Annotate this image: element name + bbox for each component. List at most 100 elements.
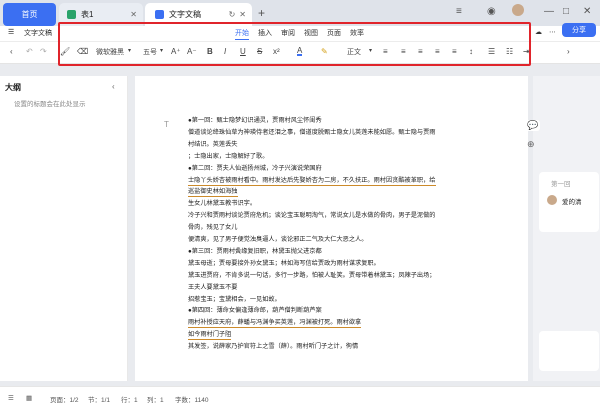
text-line[interactable]: ●第三回：贾雨村夤缘复旧职，林黛玉抛父进京都 (188, 248, 322, 256)
share-label: 分享 (572, 27, 586, 34)
minimize-icon[interactable]: — (544, 6, 554, 17)
text-line[interactable]: 冷子兴和贾雨村谈论贾府危机；谈论宝玉聪明淘气，常说女儿是水做的骨肉，男子是泥做的 (188, 212, 436, 220)
chevron-left-icon[interactable]: ‹ (10, 47, 13, 56)
col-position: 列：1 (147, 397, 164, 404)
text-line[interactable]: 招惹宝玉；宝黛相会，一见如故。 (188, 296, 281, 304)
format-toolbar: ‹ ↶ ↷ 🖌 ⌫ 微软雅黑 ▾ 五号 ▾ A⁺ A⁻ B I U S x² A… (0, 42, 600, 64)
new-tab-button[interactable]: + (258, 6, 265, 20)
tab-home-label: 首页 (21, 10, 38, 19)
tab-document-label: 文字文稿 (169, 10, 201, 19)
close-window-icon[interactable]: ✕ (583, 6, 591, 17)
italic-button[interactable]: I (224, 47, 226, 56)
tab-insert[interactable]: 插入 (258, 28, 272, 38)
redo-icon[interactable]: ↷ (40, 47, 47, 56)
tab-start[interactable]: 开始 (235, 28, 249, 40)
text-line[interactable]: 其发签，说薛家乃护官符上之雪（薛）。雨村听门子之计，徇情 (188, 343, 358, 351)
text-line[interactable]: 骨肉，残见了女儿 (188, 224, 238, 232)
add-comment-icon[interactable]: ⊕ (527, 139, 535, 150)
avatar[interactable] (512, 4, 524, 16)
text-line[interactable]: 村结识。英莲丢失 (188, 141, 238, 149)
paragraph-style-select[interactable]: 正文 (347, 47, 361, 57)
close-icon[interactable]: ✕ (239, 10, 246, 19)
numbered-list-icon[interactable]: ☷ (506, 47, 513, 56)
text-line[interactable]: 巡盐御史林如海独 (188, 188, 238, 198)
align-center-icon[interactable]: ≡ (401, 47, 406, 56)
text-line[interactable]: 雨村补授应天府，薛蟠与冯渊争买英莲，冯渊被打死。雨村欲拿 (188, 319, 362, 329)
comment-text: 爱的清 (562, 199, 582, 206)
clear-format-icon[interactable]: ⌫ (77, 47, 88, 56)
text-line[interactable]: 黛玉进贾府，不肯多说一句话，多行一步路，怕被人耻笑。贾母带着林黛玉；凤辣子出场； (188, 272, 436, 280)
text-line[interactable]: ●第四回：薄命女偏逢薄命郎，葫芦僧判断葫芦案 (188, 307, 322, 315)
text-line[interactable]: 士隐丫头娇杏被雨村看中。雨村发达后先娶娇杏为二房，不久扶正。雨村因贪酷被革职，给 (188, 177, 436, 186)
font-size-select[interactable]: 五号 (143, 47, 157, 57)
comment-card[interactable]: 第一回 爱的清 (539, 172, 599, 232)
text-line[interactable]: 黛玉母逝；贾母要接外孙女黛玉；林如海写信给贾政为雨村谋求复职。 (188, 260, 380, 268)
text-line[interactable]: 生女儿林黛玉教书识字。 (188, 200, 256, 208)
text-line[interactable]: ●第二回：贾夫人仙逝扬州城，冷子兴演说荣国府 (188, 165, 322, 173)
tab-bar: 首页 表1 ✕ 文字文稿 ↻ ✕ + ≡ ◉ — □ ✕ (0, 0, 600, 26)
menu-icon[interactable]: ≡ (456, 6, 462, 17)
hamburger-icon[interactable]: ☰ (8, 28, 14, 36)
strikethrough-button[interactable]: S (257, 47, 262, 56)
tab-home[interactable]: 首页 (3, 3, 56, 26)
align-right-icon[interactable]: ≡ (418, 47, 423, 56)
tab-sheet-label: 表1 (81, 10, 94, 19)
font-color-icon[interactable]: A (297, 47, 303, 56)
bullet-list-icon[interactable]: ☰ (488, 47, 495, 56)
distribute-icon[interactable]: ≡ (452, 47, 457, 56)
maximize-icon[interactable]: □ (563, 6, 569, 17)
word-count: 字数：1140 (175, 397, 209, 404)
chevron-down-icon: ▾ (128, 48, 132, 54)
tab-document[interactable]: 文字文稿 ↻ ✕ (145, 3, 252, 26)
justify-icon[interactable]: ≡ (435, 47, 440, 56)
page-count: 页面：1/2 (50, 397, 79, 404)
comment-card[interactable] (539, 331, 599, 371)
layout-icon[interactable]: ▦ (26, 394, 32, 402)
tab-efficiency[interactable]: 效率 (350, 28, 364, 38)
chevron-right-icon[interactable]: › (567, 47, 570, 56)
tab-review[interactable]: 审阅 (281, 28, 295, 38)
comment-panel: 💬 ⊕ 第一回 爱的清 (525, 76, 600, 381)
underline-button[interactable]: U (240, 47, 246, 56)
bold-button[interactable]: B (207, 47, 213, 56)
outline-title: 大纲 (5, 83, 21, 92)
comment-icon[interactable]: 💬 (525, 120, 541, 131)
text-line[interactable]: 僧道谈论绛珠仙草为神瑛侍者还泪之事，僧道度脱甄士隐女儿英莲未能如愿。甄士隐与贾雨 (188, 129, 436, 137)
text-line[interactable]: 便清爽，见了男子便觉浊臭逼人，谈论邪正二气及大仁大恶之人。 (188, 236, 367, 244)
outline-panel: 大纲 ‹ 设置的标题会在此处显示 (0, 76, 128, 381)
outline-hint: 设置的标题会在此处显示 (14, 101, 86, 108)
align-left-icon[interactable]: ≡ (383, 47, 388, 56)
tab-view[interactable]: 视图 (304, 28, 318, 38)
comment-quote: 第一回 (551, 181, 571, 188)
share-button[interactable]: 分享 (562, 23, 596, 37)
section-count: 节：1/1 (88, 397, 111, 404)
tab-page[interactable]: 页面 (327, 28, 341, 38)
cloud-icon[interactable]: ☁ (535, 28, 542, 36)
font-family-select[interactable]: 微软雅黑 (96, 47, 124, 57)
avatar (547, 195, 557, 205)
shrink-font-button[interactable]: A⁻ (187, 47, 197, 56)
text-line[interactable]: 如今雨村门子阻 (188, 331, 232, 341)
chat-icon[interactable]: ◉ (487, 6, 496, 17)
tab-sheet[interactable]: 表1 ✕ (59, 3, 143, 26)
collapse-icon[interactable]: ‹ (112, 82, 115, 91)
line-spacing-icon[interactable]: ↕ (469, 47, 473, 56)
close-icon[interactable]: ✕ (130, 10, 137, 19)
text-line[interactable]: 王夫人要黛玉不要 (188, 284, 238, 292)
row-position: 行：1 (121, 397, 138, 404)
format-painter-icon[interactable]: 🖌 (60, 47, 70, 56)
chevron-down-icon: ▾ (369, 48, 373, 54)
refresh-icon[interactable]: ↻ (229, 10, 236, 19)
grow-font-button[interactable]: A⁺ (171, 47, 181, 56)
superscript-icon[interactable]: x² (273, 47, 280, 56)
indent-icon[interactable]: ⇥ (523, 47, 530, 56)
outline-toggle-icon[interactable]: ☰ (8, 394, 14, 402)
text-line[interactable]: ●第一回：甄士隐梦幻识通灵，贾雨村风尘怀闺秀 (188, 117, 322, 125)
app-menu[interactable]: 文字文稿 (24, 28, 52, 38)
undo-icon[interactable]: ↶ (26, 47, 33, 56)
highlight-icon[interactable]: ✎ (321, 47, 328, 56)
text-cursor-icon: T (164, 120, 169, 129)
document-page[interactable]: T ●第一回：甄士隐梦幻识通灵，贾雨村风尘怀闺秀僧道谈论绛珠仙草为神瑛侍者还泪之… (135, 76, 528, 381)
text-line[interactable]: ；士隐出家，士隐解好了歌。 (188, 153, 268, 161)
more-icon[interactable]: ⋯ (549, 28, 556, 36)
